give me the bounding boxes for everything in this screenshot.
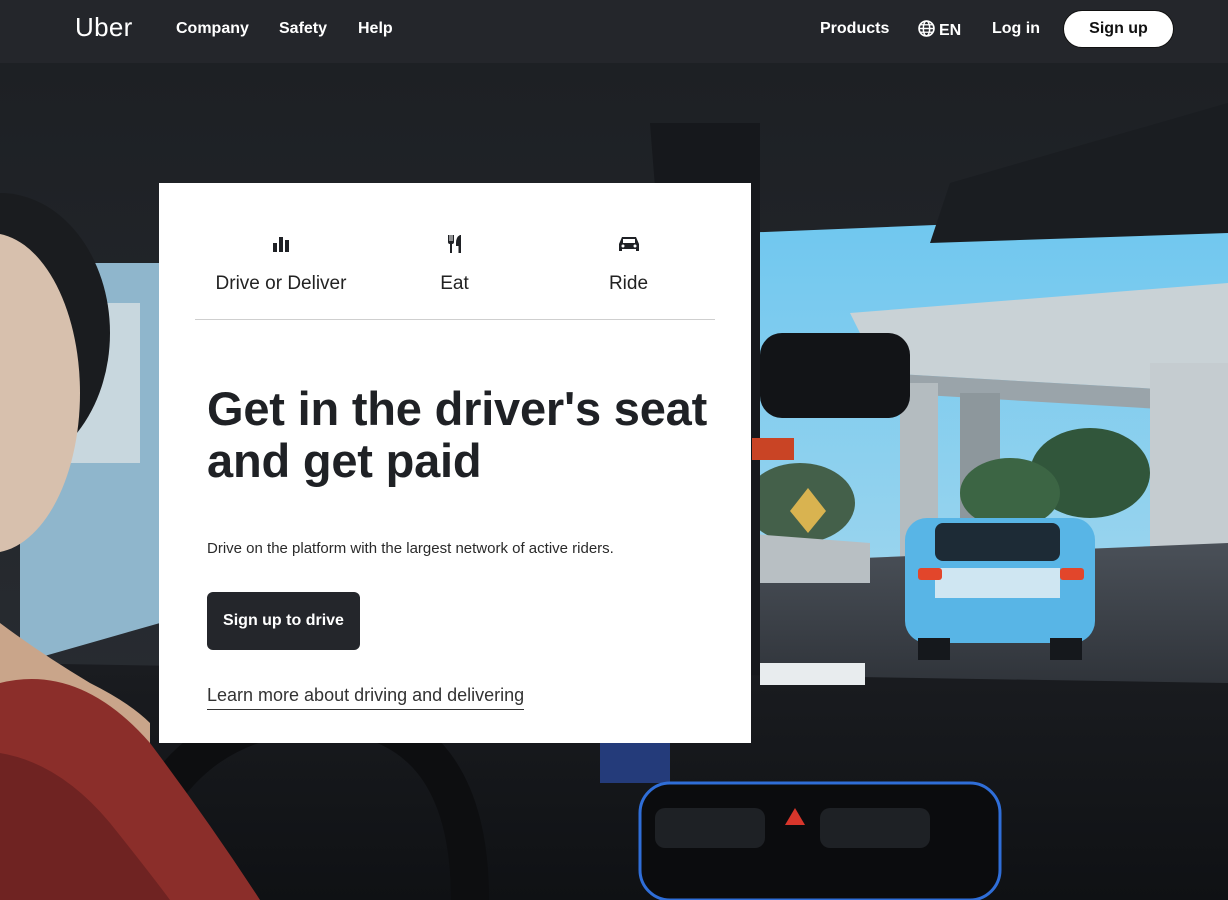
- signup-button[interactable]: Sign up: [1063, 10, 1174, 48]
- tab-label: Ride: [608, 273, 649, 294]
- nav-link-safety[interactable]: Safety: [279, 20, 327, 38]
- language-selector[interactable]: EN: [918, 20, 961, 42]
- fork-knife-icon: [445, 234, 465, 254]
- uber-logo[interactable]: Uber: [75, 12, 133, 43]
- nav-link-company[interactable]: Company: [176, 20, 249, 38]
- language-label: EN: [939, 22, 962, 39]
- learn-more-link[interactable]: Learn more about driving and delivering: [207, 685, 525, 710]
- bar-chart-icon: [272, 234, 290, 254]
- signup-card: Drive or Deliver Eat Ride Get in the dri…: [159, 183, 751, 743]
- nav-link-help[interactable]: Help: [358, 20, 393, 38]
- globe-icon: [918, 20, 935, 42]
- headline: Get in the driver's seat and get paid: [207, 382, 708, 487]
- tab-drive-or-deliver[interactable]: Drive or Deliver: [195, 183, 367, 319]
- tab-eat[interactable]: Eat: [367, 183, 542, 319]
- sign-up-to-drive-button[interactable]: Sign up to drive: [207, 592, 360, 650]
- nav-link-products[interactable]: Products: [820, 20, 889, 38]
- tab-label: Eat: [440, 273, 469, 294]
- category-tabs: Drive or Deliver Eat Ride: [195, 183, 715, 320]
- tab-label: Drive or Deliver: [215, 273, 347, 294]
- description: Drive on the platform with the largest n…: [207, 540, 614, 557]
- top-navigation: Uber Company Safety Help Products EN Log…: [0, 0, 1228, 63]
- car-icon: [618, 234, 640, 254]
- tab-ride[interactable]: Ride: [542, 183, 715, 319]
- login-link[interactable]: Log in: [992, 20, 1040, 38]
